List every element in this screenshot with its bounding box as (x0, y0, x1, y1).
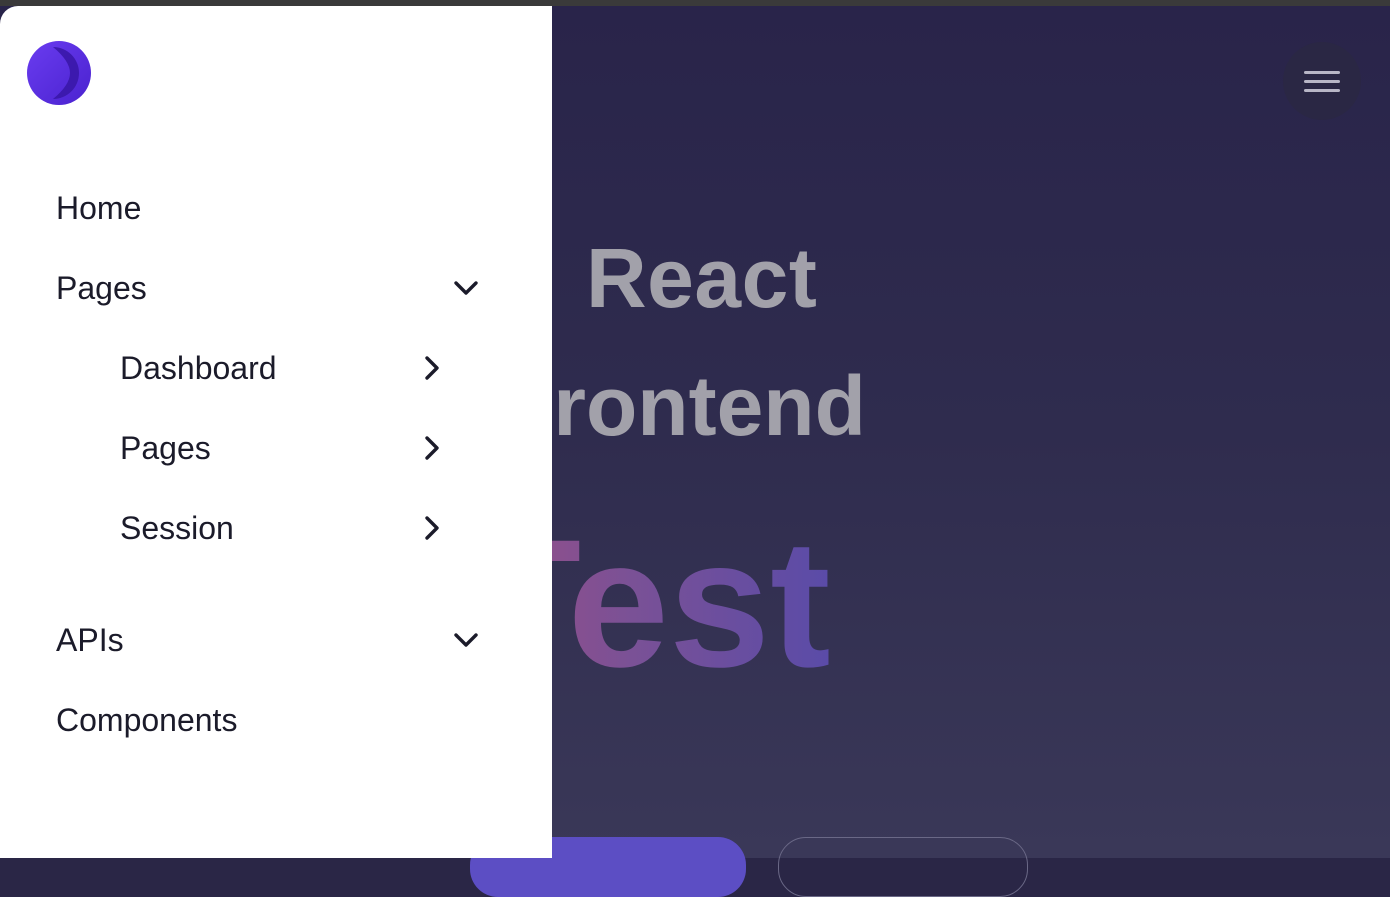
chevron-right-icon (425, 356, 439, 380)
nav-item-label: Components (56, 701, 238, 738)
crescent-logo-icon[interactable] (26, 40, 92, 106)
hamburger-menu-icon (1304, 70, 1340, 74)
nav-item-pages[interactable]: Pages (56, 264, 480, 312)
nav-subitem-label: Session (120, 509, 234, 546)
nav-subitem-label: Pages (120, 429, 211, 466)
chevron-right-icon (425, 436, 439, 460)
hamburger-menu-icon-bar (1304, 88, 1340, 92)
nav-subitem-dashboard[interactable]: Dashboard (120, 344, 446, 392)
chevron-down-icon (454, 281, 478, 295)
nav-item-apis[interactable]: APIs (56, 616, 480, 664)
nav-subitem-label: Dashboard (120, 349, 277, 386)
side-drawer: Home Pages Dashboard Pages Session APIs … (0, 6, 552, 858)
hamburger-menu-button[interactable] (1283, 42, 1361, 120)
hero-title-line-1: React (586, 231, 818, 325)
chevron-down-icon (454, 633, 478, 647)
nav-subitem-pages[interactable]: Pages (120, 424, 446, 472)
nav-item-label: APIs (56, 621, 124, 658)
nav-item-label: Pages (56, 269, 147, 306)
hamburger-menu-icon-bar (1304, 79, 1340, 83)
nav-item-home[interactable]: Home (56, 184, 480, 232)
hero-title-line-2: Frontend (502, 359, 866, 453)
nav-item-components[interactable]: Components (56, 696, 480, 744)
nav-subitem-session[interactable]: Session (120, 504, 446, 552)
chevron-right-icon (425, 516, 439, 540)
nav-item-label: Home (56, 189, 142, 226)
hero-secondary-button[interactable] (778, 837, 1028, 897)
